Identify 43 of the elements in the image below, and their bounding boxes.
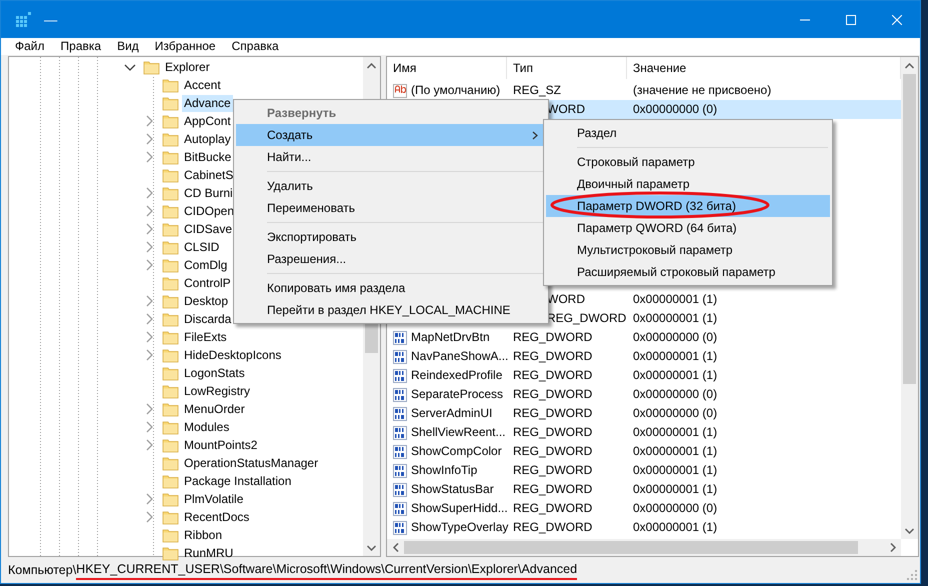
value-type: REG_DWORD [513, 519, 592, 536]
value-type: REG_DWORD [513, 329, 592, 346]
value-name: ShowStatusBar [411, 481, 494, 498]
value-data: 0x00000000 (0) [633, 386, 718, 403]
value-type: REG_DWORD [513, 462, 592, 479]
value-type: REG_DWORD [513, 367, 592, 384]
value-name: SeparateProcess [411, 386, 504, 403]
value-data: 0x00000001 (1) [633, 462, 718, 479]
value-name: ShowTypeOverlay [411, 519, 508, 536]
value-data: 0x00000001 (1) [633, 519, 718, 536]
value-type: REG_DWORD [547, 310, 626, 327]
value-name: ShowInfoTip [411, 462, 478, 479]
value-type: REG_DWORD [513, 348, 592, 365]
value-data: 0x00000000 (0) [633, 329, 718, 346]
value-name: ServerAdminUI [411, 405, 492, 422]
value-data: 0x00000000 (0) [633, 405, 718, 422]
value-data: 0x00000001 (1) [633, 367, 718, 384]
value-type: REG_DWORD [513, 386, 592, 403]
value-data: 0x00000001 (1) [633, 443, 718, 460]
value-name: ShowSuperHidd... [411, 500, 508, 517]
value-type: REG_DWORD [513, 481, 592, 498]
window-title: –– [44, 12, 58, 28]
value-type: REG_DWORD [513, 443, 592, 460]
value-data: 0x00000001 (1) [633, 348, 718, 365]
value-name: ReindexedProfile [411, 367, 502, 384]
value-data: 0x00000001 (1) [633, 310, 718, 327]
value-data: 0x00000000 (0) [633, 500, 718, 517]
value-name: (По умолчанию) [411, 82, 500, 99]
status-root-text: Компьютер\ [8, 562, 76, 579]
value-type: REG_SZ [513, 82, 562, 99]
value-data: 0x00000000 (0) [633, 101, 718, 118]
value-data: 0x00000001 (1) [633, 291, 718, 308]
value-type: REG_DWORD [513, 500, 592, 517]
value-data: (значение не присвоено) [633, 82, 772, 99]
value-name: ShellViewReent... [411, 424, 506, 441]
value-name: MapNetDrvBtn [411, 329, 490, 346]
value-type: REG_DWORD [513, 405, 592, 422]
value-name: NavPaneShowA... [411, 348, 508, 365]
value-name: ShowCompColor [411, 443, 502, 460]
value-data: 0x00000001 (1) [633, 481, 718, 498]
value-type: REG_DWORD [513, 424, 592, 441]
value-data: 0x00000001 (1) [633, 424, 718, 441]
status-path-text: HKEY_CURRENT_USER\Software\Microsoft\Windows\CurrentVersion\Explorer\Advanced [76, 560, 578, 580]
